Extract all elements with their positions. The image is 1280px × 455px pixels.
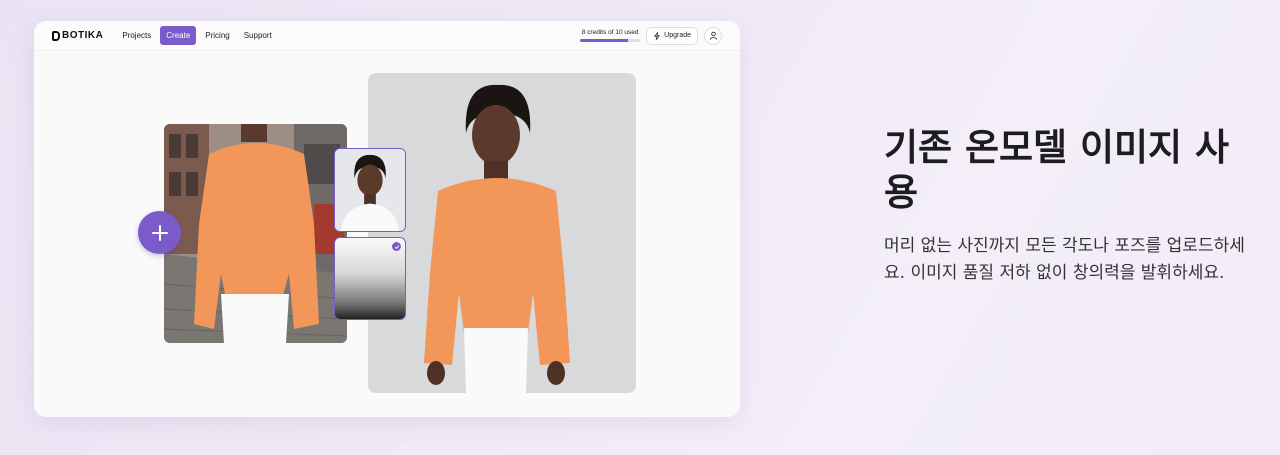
checkmark-icon [392,242,401,251]
plus-icon [151,224,168,241]
feature-description: 머리 없는 사진까지 모든 각도나 포즈를 업로드하세요. 이미지 품질 저하 … [884,236,1245,283]
credits-progress-bar [580,39,641,42]
upgrade-label: Upgrade [664,32,691,39]
brand-name: BOTIKA [62,30,104,41]
face-reference-thumbnail[interactable] [334,148,406,232]
top-navbar: BOTIKA Projects Create Pricing Support 8… [34,21,740,51]
main-nav: Projects Create Pricing Support [117,26,276,45]
user-icon [709,31,717,40]
generated-model-photo [368,73,636,393]
app-window: BOTIKA Projects Create Pricing Support 8… [34,21,740,417]
background-reference-thumbnail[interactable] [334,237,406,320]
lightning-icon [654,31,660,40]
b-logo-icon [52,30,60,41]
add-image-button[interactable] [138,211,181,254]
nav-pricing[interactable]: Pricing [200,27,234,44]
nav-create[interactable]: Create [160,26,197,45]
feature-title: 기존 온모델 이미지 사용 [884,126,1230,214]
nav-support[interactable]: Support [239,27,277,44]
nav-projects[interactable]: Projects [117,27,156,44]
credits-text: 8 credits of 10 used [581,29,639,36]
upgrade-button[interactable]: Upgrade [646,26,698,45]
account-button[interactable] [704,26,722,45]
feature-promo: 기존 온모델 이미지 사용 머리 없는 사진까지 모든 각도나 포즈를 업로드하… [884,125,1254,287]
source-model-photo [164,124,347,343]
credits-meter: 8 credits of 10 used [580,29,641,42]
credits-progress-fill [580,39,629,42]
brand-logo[interactable]: BOTIKA [52,30,103,41]
